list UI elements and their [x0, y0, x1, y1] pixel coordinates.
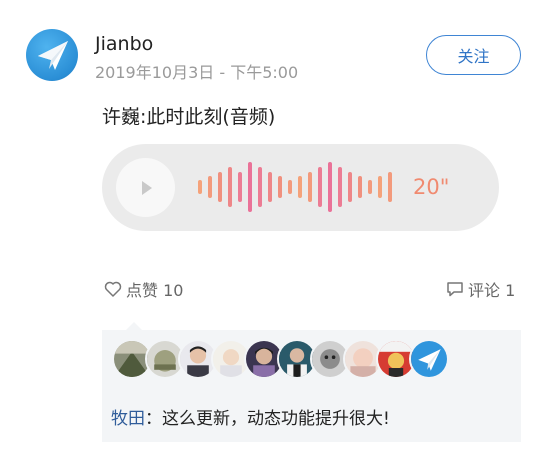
- follow-button[interactable]: 关注: [426, 35, 521, 75]
- play-icon: [141, 180, 152, 195]
- comment-icon: [447, 282, 463, 297]
- waveform-bar: [238, 172, 242, 202]
- username[interactable]: Jianbo: [95, 33, 153, 55]
- post-timestamp: 2019年10月3日 - 下午5:00: [95, 63, 299, 82]
- waveform-bar: [198, 180, 202, 194]
- waveform-bar: [208, 176, 212, 198]
- waveform-bar: [218, 172, 222, 202]
- comment-separator: ：: [145, 409, 162, 429]
- waveform-bar: [298, 176, 302, 198]
- comment-row: 牧田：这么更新，动态功能提升很大!: [111, 404, 390, 429]
- waveform-bar: [368, 180, 372, 194]
- panel-caret: [126, 322, 142, 330]
- paper-plane-icon: [38, 41, 68, 70]
- likes-comments-panel: 牧田：这么更新，动态功能提升很大!: [102, 330, 521, 442]
- comment-button[interactable]: 评论 1: [445, 277, 515, 301]
- waveform-bar: [268, 172, 272, 202]
- play-button[interactable]: [116, 158, 175, 217]
- waveform-bar: [328, 162, 332, 212]
- liker-avatar[interactable]: [409, 339, 449, 379]
- waveform-bar: [278, 176, 282, 198]
- waveform-bar: [258, 167, 262, 207]
- waveform-bar: [358, 176, 362, 198]
- waveform-bar: [228, 167, 232, 207]
- heart-icon: [104, 281, 122, 297]
- waveform-bar: [348, 172, 352, 202]
- comment-author[interactable]: 牧田: [111, 409, 145, 429]
- comment-text: 这么更新，动态功能提升很大!: [162, 409, 390, 429]
- like-button[interactable]: 点赞 10: [103, 277, 183, 301]
- liker-avatars: [112, 339, 449, 383]
- like-label: 点赞 10: [126, 281, 184, 300]
- waveform-bar: [288, 180, 292, 194]
- post-text: 许巍:此时此刻(音频): [102, 106, 276, 128]
- waveform-bar: [308, 172, 312, 202]
- audio-duration: 20": [413, 175, 450, 199]
- waveform-bar: [388, 172, 392, 202]
- waveform-bar: [378, 176, 382, 198]
- waveform-bar: [248, 162, 252, 212]
- waveform-bar: [338, 167, 342, 207]
- audio-waveform: [198, 144, 398, 231]
- user-avatar[interactable]: [26, 29, 78, 81]
- comment-label: 评论 1: [468, 281, 516, 300]
- waveform-bar: [318, 167, 322, 207]
- audio-player[interactable]: 20": [102, 144, 499, 231]
